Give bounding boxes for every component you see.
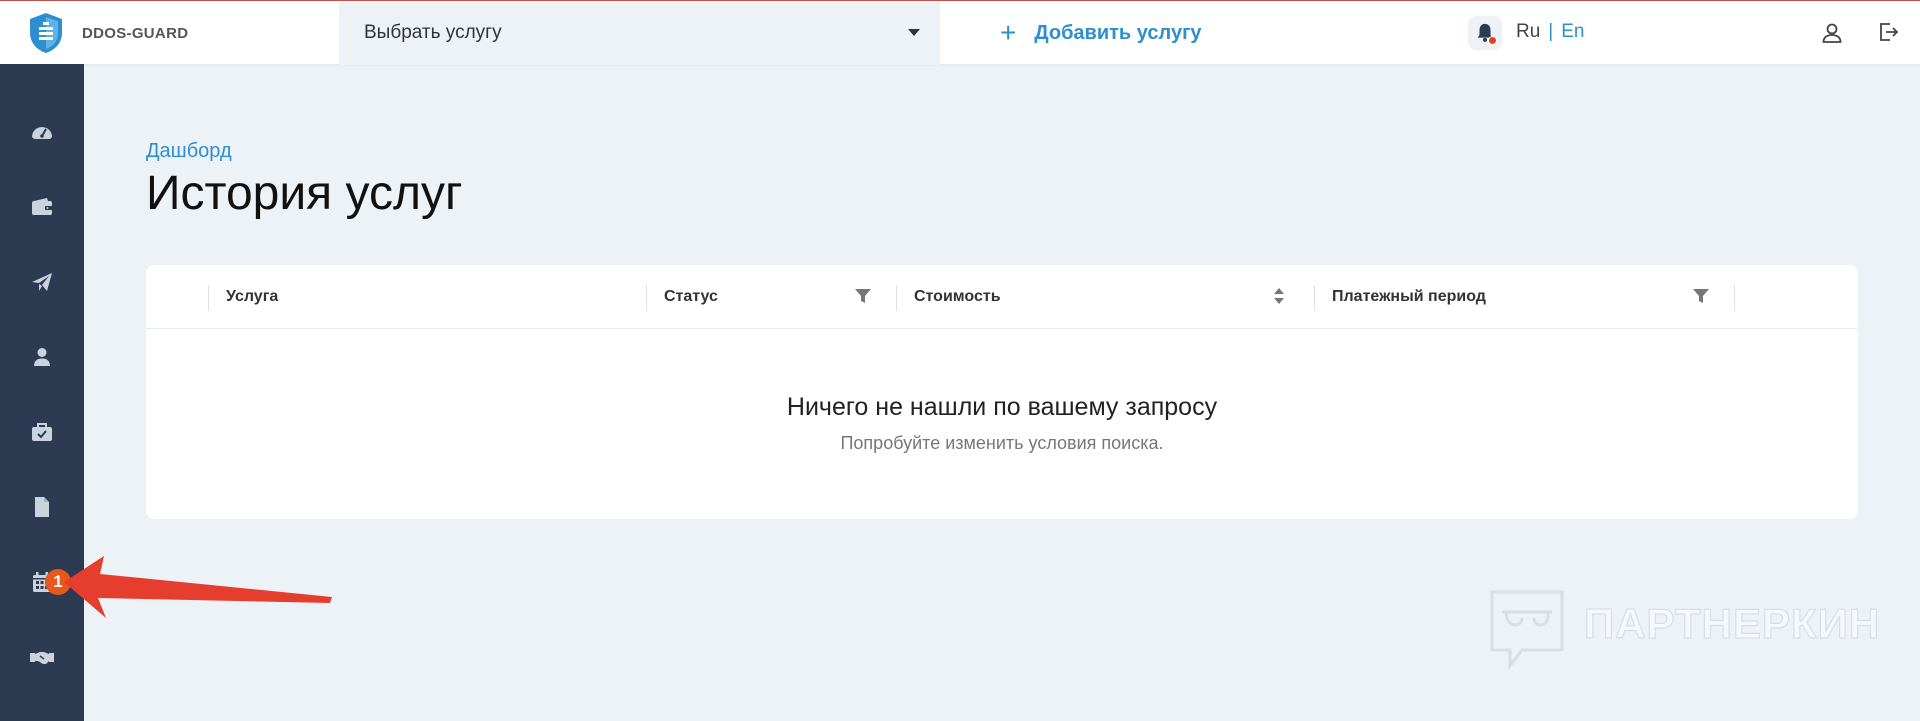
column-separator <box>646 285 647 311</box>
column-separator <box>1314 285 1315 311</box>
watermark-text: ПАРТНЕРКИН <box>1583 599 1881 647</box>
shield-logo-icon <box>30 13 62 53</box>
notification-dot <box>1488 36 1497 45</box>
lang-ru[interactable]: Ru <box>1516 21 1540 43</box>
paper-plane-icon <box>32 273 52 291</box>
column-header-period: Платежный период <box>1332 288 1486 305</box>
add-service-button[interactable]: + Добавить услугу <box>1000 19 1202 47</box>
service-select[interactable]: Выбрать услугу <box>339 1 940 65</box>
breadcrumb-dashboard[interactable]: Дашборд <box>146 140 232 163</box>
column-separator <box>208 285 209 311</box>
plus-icon: + <box>1000 17 1017 48</box>
history-table: Услуга Статус Стоимость Платежный период… <box>146 265 1858 519</box>
handshake-icon <box>30 652 54 664</box>
sidebar-item-partners[interactable] <box>24 639 60 675</box>
column-separator <box>1734 285 1735 311</box>
add-service-label: Добавить услугу <box>1034 21 1202 44</box>
watermark-logo-icon <box>1490 590 1564 670</box>
profile-icon[interactable] <box>1820 21 1844 45</box>
lang-en[interactable]: En <box>1561 21 1584 43</box>
sidebar-item-profile[interactable] <box>24 339 60 375</box>
sidebar-item-send[interactable] <box>24 264 60 300</box>
sidebar-item-services[interactable] <box>24 414 60 450</box>
empty-state-subtitle: Попробуйте изменить условия поиска. <box>840 433 1164 453</box>
service-select-value: Выбрать услугу <box>364 22 502 43</box>
chevron-down-icon <box>908 29 920 36</box>
column-separator <box>896 285 897 311</box>
empty-state-title: Ничего не нашли по вашему запросу <box>786 393 1218 421</box>
table-header: Услуга Статус Стоимость Платежный период <box>146 265 1858 329</box>
watermark: ПАРТНЕРКИН <box>1488 588 1881 670</box>
user-icon <box>34 348 50 366</box>
sidebar-item-dashboard[interactable] <box>24 114 60 150</box>
column-header-status: Статус <box>664 288 718 305</box>
column-header-cost: Стоимость <box>914 288 1001 305</box>
briefcase-check-icon <box>32 423 52 441</box>
document-icon <box>35 497 49 517</box>
lang-separator: | <box>1548 21 1554 42</box>
logout-icon[interactable] <box>1876 20 1900 44</box>
language-switch: Ru | En <box>1516 21 1584 43</box>
top-bar: DDOS-GUARD Выбрать услугу + Добавить усл… <box>0 0 1920 65</box>
dashboard-icon <box>32 127 52 139</box>
sidebar-item-documents[interactable] <box>24 489 60 525</box>
brand-name: DDOS-GUARD <box>82 24 189 42</box>
annotation-arrow <box>64 556 332 618</box>
notifications-button[interactable] <box>1468 16 1502 50</box>
sort-cost-icon[interactable] <box>1270 287 1288 305</box>
filter-period-icon[interactable] <box>1692 287 1710 305</box>
brand[interactable]: DDOS-GUARD <box>26 11 188 55</box>
wallet-icon <box>32 198 52 215</box>
column-header-service: Услуга <box>226 288 279 305</box>
filter-status-icon[interactable] <box>854 287 872 305</box>
sidebar-item-wallet[interactable] <box>24 189 60 225</box>
page-title: История услуг <box>146 167 463 220</box>
